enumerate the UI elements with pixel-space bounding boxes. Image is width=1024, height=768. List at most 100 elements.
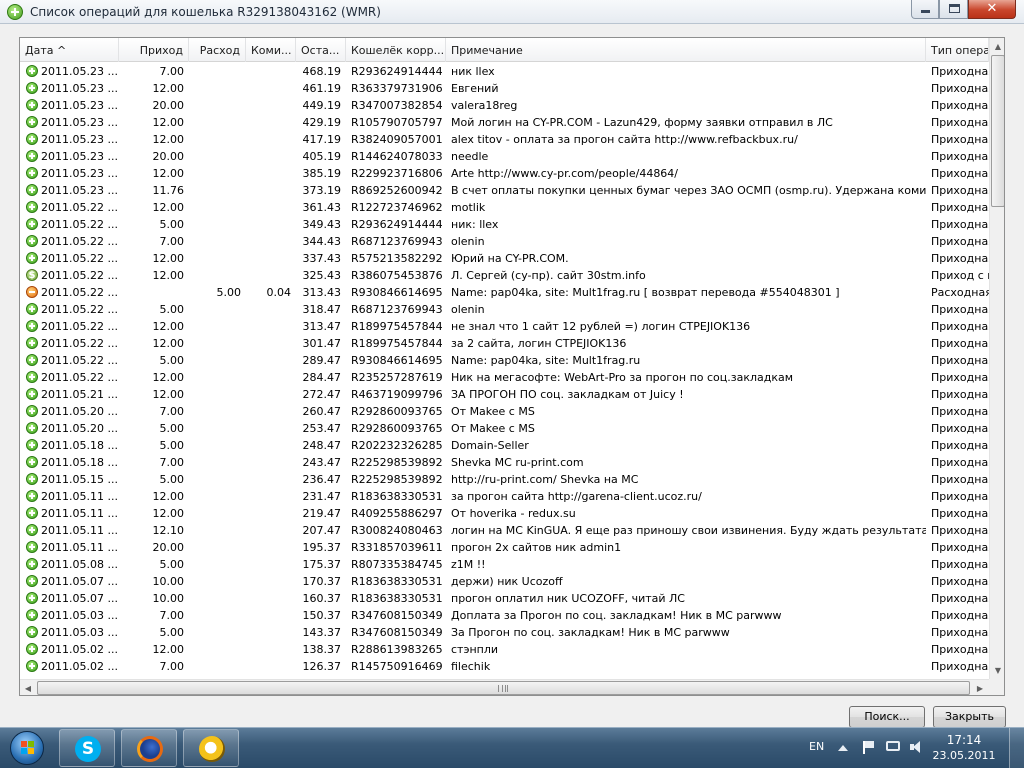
table-row[interactable]: 2011.05.23 ... 7.00 468.19 R293624914444 ник… bbox=[20, 63, 989, 80]
table-row[interactable]: 2011.05.11 ... 12.10 207.47 R300824080463 ло… bbox=[20, 522, 989, 539]
table-row[interactable]: 2011.05.18 ... 5.00 248.47 R202232326285 Dom… bbox=[20, 437, 989, 454]
column-header-income[interactable]: Приход bbox=[119, 38, 189, 62]
search-button[interactable]: Поиск... bbox=[849, 706, 925, 728]
column-header-purse[interactable]: Кошелёк корр... bbox=[346, 38, 446, 62]
table-row[interactable]: 2011.05.21 ... 12.00 272.47 R463719099796 ЗА… bbox=[20, 386, 989, 403]
horizontal-scroll-thumb[interactable] bbox=[37, 681, 970, 695]
table-row[interactable]: 2011.05.23 ... 20.00 449.19 R347007382854 va… bbox=[20, 97, 989, 114]
window-close-button[interactable]: ✕ bbox=[968, 0, 1016, 19]
column-header-balance[interactable]: Оста... bbox=[296, 38, 346, 62]
table-row[interactable]: 2011.05.23 ... 12.00 429.19 R105790705797 Мо… bbox=[20, 114, 989, 131]
column-header-date[interactable]: Дата ^ bbox=[20, 38, 119, 62]
cell-balance: 318.47 bbox=[302, 303, 342, 316]
table-row[interactable]: 2011.05.23 ... 12.00 461.19 R363379731906 Ев… bbox=[20, 80, 989, 97]
network-icon[interactable] bbox=[886, 741, 900, 751]
show-desktop-button[interactable] bbox=[1009, 728, 1024, 768]
scroll-down-icon[interactable]: ▼ bbox=[990, 662, 1004, 679]
cell-type: Приходная bbox=[931, 541, 989, 554]
cell-expense bbox=[189, 114, 246, 131]
action-center-flag-icon[interactable] bbox=[863, 741, 877, 754]
incoming-icon bbox=[26, 456, 38, 468]
scroll-up-icon[interactable]: ▲ bbox=[990, 38, 1004, 55]
table-row[interactable]: 2011.05.22 ... 12.00 284.47 R235257287619 Ни… bbox=[20, 369, 989, 386]
start-button[interactable] bbox=[2, 728, 54, 768]
table-row[interactable]: 2011.05.23 ... 20.00 405.19 R144624078033 ne… bbox=[20, 148, 989, 165]
table-row[interactable]: 2011.05.07 ... 10.00 160.37 R183638330531 пр… bbox=[20, 590, 989, 607]
horizontal-scrollbar[interactable]: ◀ ▶ bbox=[20, 679, 989, 695]
taskbar-firefox-button[interactable] bbox=[121, 729, 177, 767]
table-row[interactable]: 2011.05.11 ... 12.00 231.47 R183638330531 за… bbox=[20, 488, 989, 505]
table-row[interactable]: 2011.05.22 ... 5.00 289.47 R930846614695 Nam… bbox=[20, 352, 989, 369]
clock[interactable]: 17:14 23.05.2011 bbox=[930, 732, 998, 764]
cell-purse: R189975457844 bbox=[351, 320, 443, 333]
cell-date: 2011.05.18 ... bbox=[20, 437, 119, 454]
cell-note: olenin bbox=[451, 235, 485, 248]
cell-purse: R288613983265 bbox=[351, 643, 443, 656]
cell-date-text: 2011.05.18 ... bbox=[41, 456, 118, 469]
scroll-right-icon[interactable]: ▶ bbox=[972, 680, 988, 695]
table-row[interactable]: 2011.05.22 ... 12.00 337.43 R575213582292 Юр… bbox=[20, 250, 989, 267]
table-row[interactable]: 2011.05.20 ... 5.00 253.47 R292860093765 От … bbox=[20, 420, 989, 437]
table-row[interactable]: 2011.05.22 ... 5.00 0.04 313.43 R93084661469… bbox=[20, 284, 989, 301]
table-row[interactable]: 2011.05.07 ... 10.00 170.37 R183638330531 де… bbox=[20, 573, 989, 590]
cell-income: 12.10 bbox=[152, 524, 185, 537]
incoming-icon bbox=[26, 643, 38, 655]
column-header-note[interactable]: Примечание bbox=[446, 38, 926, 62]
show-hidden-icons-icon[interactable] bbox=[838, 745, 848, 751]
column-header-type[interactable]: Тип операц bbox=[926, 38, 989, 62]
logo-red-pane bbox=[21, 741, 27, 747]
vertical-scroll-thumb[interactable] bbox=[991, 55, 1004, 207]
cell-purse: R189975457844 bbox=[351, 337, 443, 350]
minimize-button[interactable] bbox=[911, 0, 939, 19]
table-row[interactable]: 2011.05.03 ... 5.00 143.37 R347608150349 За … bbox=[20, 624, 989, 641]
cell-purse: R687123769943 bbox=[351, 235, 443, 248]
table-row[interactable]: 2011.05.22 ... 12.00 325.43 R386075453876 Л.… bbox=[20, 267, 989, 284]
cell-purse: R363379731906 bbox=[351, 82, 443, 95]
table-row[interactable]: 2011.05.22 ... 5.00 349.43 R293624914444 ник… bbox=[20, 216, 989, 233]
table-row[interactable]: 2011.05.03 ... 7.00 150.37 R347608150349 Доп… bbox=[20, 607, 989, 624]
table-row[interactable]: 2011.05.18 ... 7.00 243.47 R225298539892 She… bbox=[20, 454, 989, 471]
table-row[interactable]: 2011.05.02 ... 7.00 126.37 R145750916469 fil… bbox=[20, 658, 989, 675]
cell-balance: 385.19 bbox=[302, 167, 342, 180]
language-indicator[interactable]: EN bbox=[809, 740, 824, 753]
cell-type: Приходная bbox=[931, 609, 989, 622]
table-row[interactable]: 2011.05.22 ... 7.00 344.43 R687123769943 ole… bbox=[20, 233, 989, 250]
table-row[interactable]: 2011.05.22 ... 12.00 361.43 R122723746962 mo… bbox=[20, 199, 989, 216]
cell-date-text: 2011.05.08 ... bbox=[41, 558, 118, 571]
volume-icon[interactable] bbox=[910, 741, 924, 754]
table-row[interactable]: 2011.05.23 ... 11.76 373.19 R869252600942 В … bbox=[20, 182, 989, 199]
table-row[interactable]: 2011.05.11 ... 12.00 219.47 R409255886297 От… bbox=[20, 505, 989, 522]
table-row[interactable]: 2011.05.11 ... 20.00 195.37 R331857039611 пр… bbox=[20, 539, 989, 556]
taskbar-webmoney-button[interactable] bbox=[183, 729, 239, 767]
incoming-icon bbox=[26, 371, 38, 383]
table-row[interactable]: 2011.05.23 ... 12.00 385.19 R229923716806 Ar… bbox=[20, 165, 989, 182]
cell-date-text: 2011.05.03 ... bbox=[41, 626, 118, 639]
taskbar-skype-button[interactable]: S bbox=[59, 729, 115, 767]
table-row[interactable]: 2011.05.08 ... 5.00 175.37 R807335384745 z1M… bbox=[20, 556, 989, 573]
table-row[interactable]: 2011.05.22 ... 5.00 318.47 R687123769943 ole… bbox=[20, 301, 989, 318]
incoming-icon bbox=[26, 592, 38, 604]
maximize-button[interactable] bbox=[939, 0, 968, 19]
table-row[interactable]: 2011.05.22 ... 12.00 301.47 R189975457844 за… bbox=[20, 335, 989, 352]
scroll-left-icon[interactable]: ◀ bbox=[20, 680, 36, 695]
table-row[interactable]: 2011.05.22 ... 12.00 313.47 R189975457844 не… bbox=[20, 318, 989, 335]
cell-date: 2011.05.23 ... bbox=[20, 80, 119, 97]
cell-fee bbox=[246, 216, 296, 233]
cell-date: 2011.05.23 ... bbox=[20, 165, 119, 182]
close-icon: ✕ bbox=[986, 1, 998, 16]
close-button[interactable]: Закрыть bbox=[933, 706, 1006, 728]
cell-balance: 160.37 bbox=[302, 592, 342, 605]
cell-income: 7.00 bbox=[159, 456, 185, 469]
table-row[interactable]: 2011.05.20 ... 7.00 260.47 R292860093765 От … bbox=[20, 403, 989, 420]
table-row[interactable]: 2011.05.23 ... 12.00 417.19 R382409057001 al… bbox=[20, 131, 989, 148]
table-row[interactable]: 2011.05.15 ... 5.00 236.47 R225298539892 htt… bbox=[20, 471, 989, 488]
column-header-expense[interactable]: Расход bbox=[189, 38, 246, 62]
cell-balance: 313.43 bbox=[302, 286, 342, 299]
title-bar[interactable]: Список операций для кошелька R3291380431… bbox=[0, 0, 1024, 24]
cell-fee bbox=[246, 97, 296, 114]
column-header-fee[interactable]: Коми... bbox=[246, 38, 296, 62]
vertical-scrollbar[interactable]: ▲ ▼ bbox=[989, 38, 1004, 679]
cell-date: 2011.05.22 ... bbox=[20, 318, 119, 335]
cell-fee bbox=[246, 505, 296, 522]
table-row[interactable]: 2011.05.02 ... 12.00 138.37 R288613983265 ст… bbox=[20, 641, 989, 658]
